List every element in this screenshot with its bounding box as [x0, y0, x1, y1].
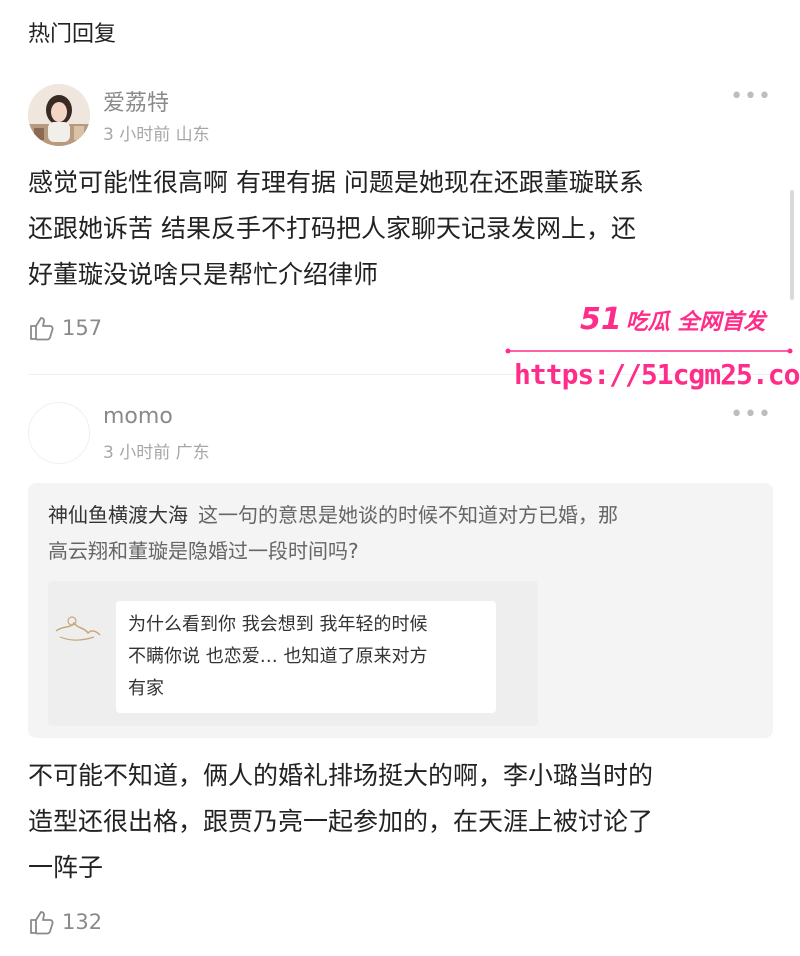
quoted-image[interactable]: 为什么看到你 我会想到 我年轻的时候 不瞒你说 也恋爱… 也知道了原来对方 有家	[48, 581, 538, 726]
comment-line: 还跟她诉苦 结果反手不打码把人家聊天记录发网上，还	[28, 214, 636, 243]
more-dots-icon[interactable]: •••	[730, 402, 772, 427]
sketch-avatar-icon	[50, 601, 106, 651]
quoted-comment[interactable]: 神仙鱼横渡大海 这一句的意思是她谈的时候不知道对方已婚，那 高云翔和董璇是隐婚过一…	[28, 483, 773, 738]
comment-line: 造型还很出格，跟贾乃亮一起参加的，在天涯上被讨论了	[28, 807, 654, 836]
avatar[interactable]	[28, 402, 90, 464]
quote-line: 高云翔和董璇是隐婚过一段时间吗?	[48, 539, 359, 563]
comment-meta: 3 小时前 山东	[103, 120, 210, 145]
watermark: 51 吃瓜 全网首发 https://51cgm25.com	[500, 298, 800, 398]
bubble-line: 不瞒你说 也恋爱… 也知道了原来对方	[128, 646, 428, 667]
avatar-photo	[28, 84, 90, 146]
comment-line: 不可能不知道，俩人的婚礼排场挺大的啊，李小璐当时的	[28, 761, 654, 790]
like-button[interactable]: 132	[28, 908, 102, 936]
comment-line: 一阵子	[28, 853, 104, 882]
like-count: 132	[62, 910, 103, 934]
comment-username[interactable]: 爱荔特	[103, 85, 169, 117]
comment-location: 山东	[175, 125, 210, 145]
comment-meta: 3 小时前 广东	[103, 438, 210, 463]
watermark-number: 51	[580, 302, 622, 337]
comment-time: 3 小时前	[103, 125, 171, 145]
more-dots-icon[interactable]: •••	[730, 84, 772, 109]
circuit-line-icon	[505, 348, 793, 354]
comment-body: 不可能不知道，俩人的婚礼排场挺大的啊，李小璐当时的 造型还很出格，跟贾乃亮一起参…	[28, 753, 773, 891]
comment-line: 好董璇没说啥只是帮忙介绍律师	[28, 260, 379, 289]
quote-author[interactable]: 神仙鱼横渡大海	[48, 503, 188, 527]
bubble-line: 为什么看到你 我会想到 我年轻的时候	[128, 614, 428, 635]
quote-line: 这一句的意思是她谈的时候不知道对方已婚，那	[198, 503, 618, 527]
scrollbar[interactable]	[790, 190, 794, 300]
avatar[interactable]	[28, 84, 90, 146]
thumbs-up-icon	[30, 911, 54, 935]
comment-body: 感觉可能性很高啊 有理有据 问题是她现在还跟董璇联系 还跟她诉苦 结果反手不打码…	[28, 160, 773, 298]
comment-time: 3 小时前	[103, 443, 171, 463]
watermark-title-text: 吃瓜 全网首发	[625, 310, 766, 335]
bubble-line: 有家	[128, 678, 164, 699]
quote-text: 神仙鱼横渡大海 这一句的意思是她谈的时候不知道对方已婚，那 高云翔和董璇是隐婚过一…	[48, 497, 748, 569]
watermark-title: 51 吃瓜 全网首发	[580, 302, 765, 337]
comment-username[interactable]: momo	[103, 404, 173, 429]
chat-bubble: 为什么看到你 我会想到 我年轻的时候 不瞒你说 也恋爱… 也知道了原来对方 有家	[116, 601, 496, 713]
thumbs-up-icon	[30, 317, 54, 341]
comment-line: 感觉可能性很高啊 有理有据 问题是她现在还跟董璇联系	[28, 168, 644, 197]
section-title: 热门回复	[28, 22, 117, 47]
like-count: 157	[62, 316, 103, 340]
watermark-url: https://51cgm25.com	[514, 358, 800, 391]
comment-location: 广东	[175, 443, 210, 463]
like-button[interactable]: 157	[28, 314, 102, 342]
